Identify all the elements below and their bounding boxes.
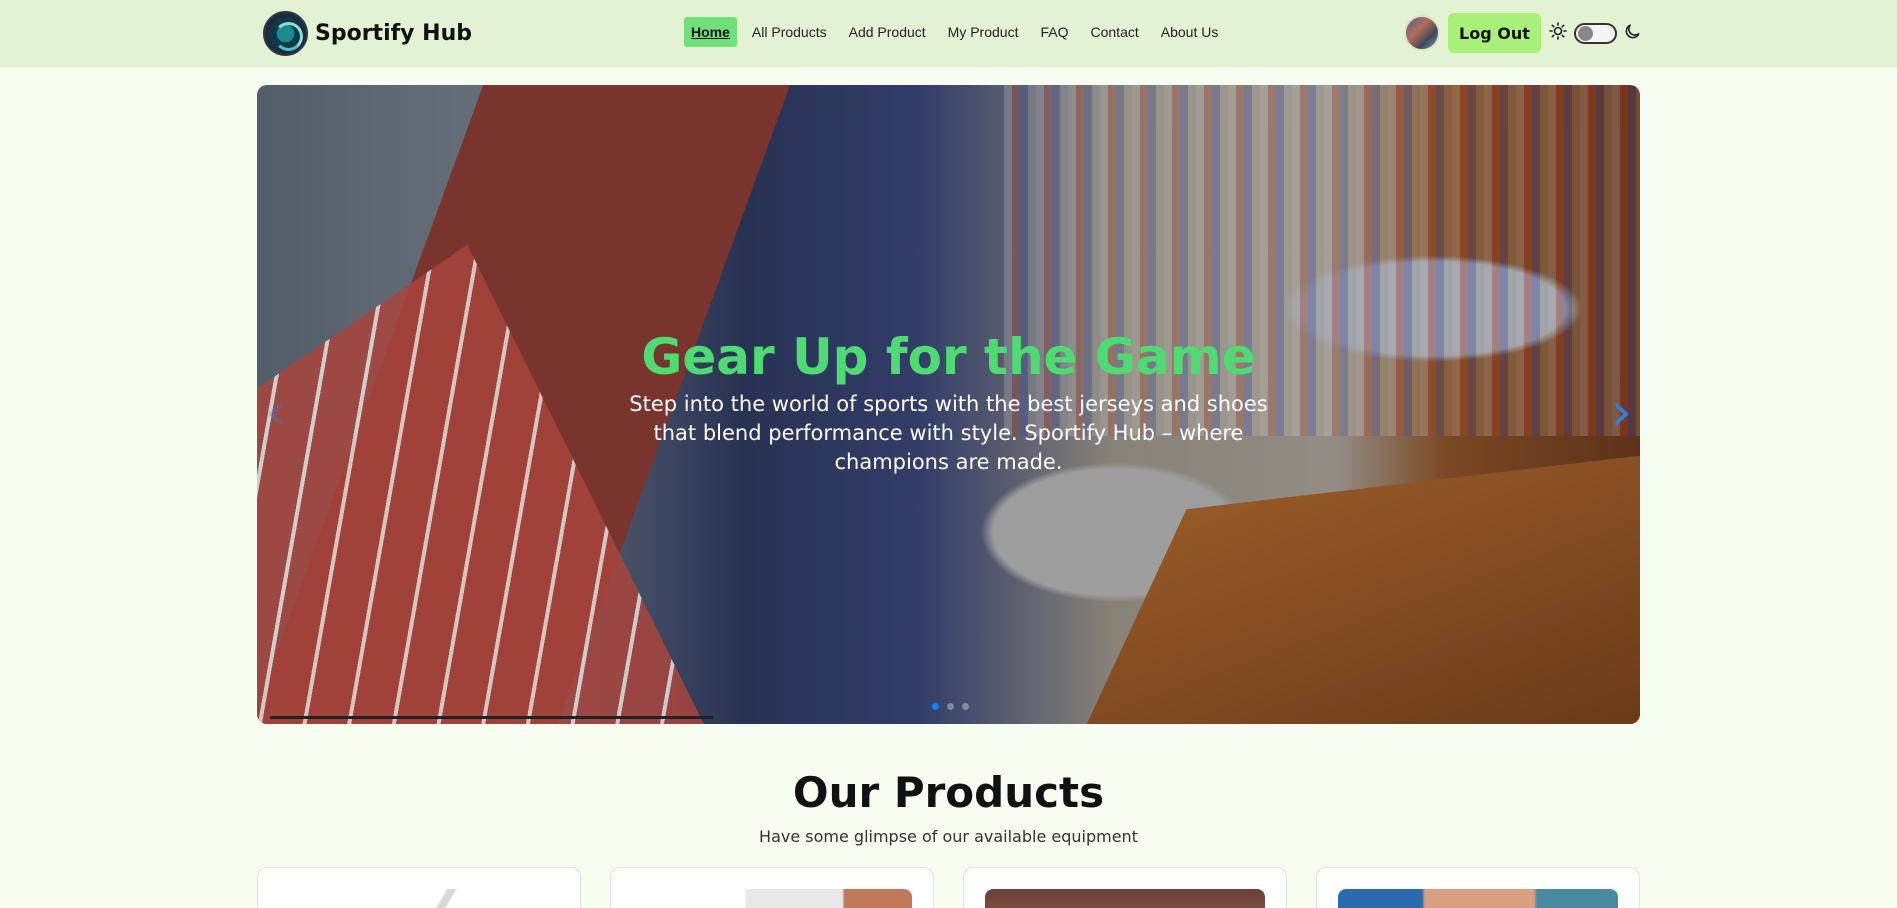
sun-icon xyxy=(1549,22,1567,44)
chevron-right-icon[interactable]: › xyxy=(1610,385,1632,439)
hero-title: Gear Up for the Game xyxy=(641,328,1256,386)
chevron-left-icon[interactable]: ‹ xyxy=(265,385,287,439)
brand-name: Sportify Hub xyxy=(315,21,473,46)
carousel-dots xyxy=(932,703,977,710)
product-image xyxy=(1338,889,1618,908)
nav-link-contact[interactable]: Contact xyxy=(1084,17,1146,47)
products-subheading: Have some glimpse of our available equip… xyxy=(759,827,1138,846)
product-card[interactable] xyxy=(963,867,1287,908)
product-image xyxy=(985,889,1265,908)
hero-image-foosball-table xyxy=(1086,455,1640,724)
brand[interactable]: Sportify Hub xyxy=(263,11,472,56)
product-image xyxy=(632,889,912,908)
user-avatar[interactable] xyxy=(1404,15,1440,51)
nav-link-all-products[interactable]: All Products xyxy=(745,17,834,47)
product-card[interactable] xyxy=(610,867,934,908)
nav-actions: Log Out xyxy=(1404,13,1642,53)
product-card[interactable] xyxy=(257,867,581,908)
nav-link-home[interactable]: Home xyxy=(684,17,737,47)
carousel-progress-bar xyxy=(270,716,713,719)
logout-button[interactable]: Log Out xyxy=(1448,13,1541,53)
product-card[interactable] xyxy=(1316,867,1640,908)
hero-subtitle: Step into the world of sports with the b… xyxy=(629,392,1268,474)
products-heading: Our Products xyxy=(792,768,1105,817)
carousel-dot[interactable] xyxy=(947,703,954,710)
moon-icon xyxy=(1624,22,1642,44)
carousel-dot[interactable] xyxy=(962,703,969,710)
theme-toggle-knob xyxy=(1577,25,1593,41)
hero-carousel: Gear Up for the Game Step into the world… xyxy=(257,85,1640,724)
nav-link-about-us[interactable]: About Us xyxy=(1154,17,1226,47)
hero-image-track xyxy=(257,244,704,724)
nav-links: Home All Products Add Product My Product… xyxy=(684,17,1233,47)
nav-link-add-product[interactable]: Add Product xyxy=(842,17,933,47)
nav-link-my-product[interactable]: My Product xyxy=(941,17,1026,47)
theme-switcher xyxy=(1549,22,1642,44)
carousel-dot[interactable] xyxy=(932,703,939,710)
nav-link-faq[interactable]: FAQ xyxy=(1033,17,1075,47)
brand-logo xyxy=(263,11,308,56)
navbar: Sportify Hub Home All Products Add Produ… xyxy=(0,0,1897,67)
product-image xyxy=(279,889,559,908)
theme-toggle[interactable] xyxy=(1573,22,1617,44)
